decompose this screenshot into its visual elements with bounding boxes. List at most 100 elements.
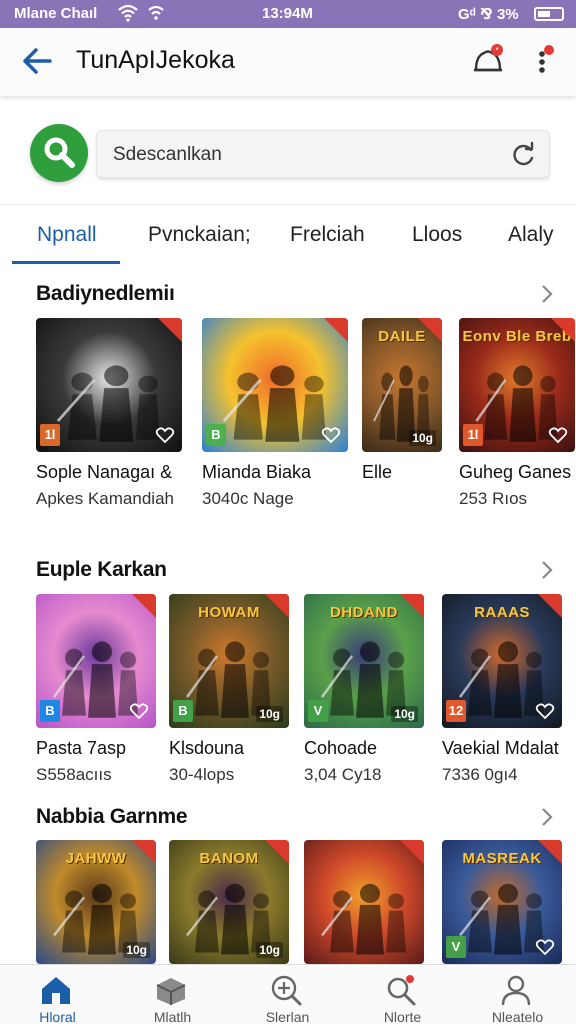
favorite-heart-icon[interactable] bbox=[534, 936, 556, 958]
tab-frelciah[interactable]: Frelciah bbox=[290, 223, 365, 247]
chevron-right-icon[interactable] bbox=[538, 558, 556, 582]
age-rating-badge: 1l bbox=[463, 424, 483, 446]
corner-ribbon bbox=[400, 594, 424, 618]
game-tile[interactable]: B bbox=[36, 594, 156, 728]
corner-ribbon bbox=[400, 840, 424, 864]
app-title: TunApIJekoka bbox=[76, 46, 235, 74]
bottom-nav: Hloral Mlatlh Slerlan Nlorte Nleatelo bbox=[0, 964, 576, 1024]
favorite-heart-icon[interactable] bbox=[547, 424, 569, 446]
game-tile[interactable]: HOWAM B 10g bbox=[169, 594, 289, 728]
corner-ribbon bbox=[265, 840, 289, 864]
game-logo-text: DHDAND bbox=[330, 604, 398, 621]
game-title[interactable]: Cohoade bbox=[304, 738, 377, 759]
nav-label: Mlatlh bbox=[153, 1009, 192, 1024]
nav-item-match[interactable]: Mlatlh bbox=[115, 965, 230, 1024]
game-tile[interactable]: 1l bbox=[36, 318, 182, 452]
search-fab[interactable] bbox=[30, 124, 88, 182]
corner-ribbon bbox=[132, 594, 156, 618]
favorite-heart-icon[interactable] bbox=[320, 424, 342, 446]
search-zoom-icon bbox=[271, 975, 302, 1006]
game-tile[interactable]: Eonv Ble Breb 1l bbox=[459, 318, 575, 452]
game-logo-text: MASREAK bbox=[462, 850, 542, 867]
clock-label: 13:94M bbox=[262, 5, 313, 22]
status-bar: Mlane Chaıl 13:94M Gᵈ ⅋ 3% bbox=[0, 0, 576, 28]
age-rating-badge: B bbox=[206, 424, 226, 446]
nav-label: Nlorte bbox=[383, 1009, 422, 1024]
search-input[interactable] bbox=[113, 139, 493, 171]
favorite-heart-icon[interactable] bbox=[154, 424, 176, 446]
game-tile[interactable]: BANOM 10g bbox=[169, 840, 289, 964]
game-tile[interactable]: B bbox=[202, 318, 348, 452]
favorite-heart-icon[interactable] bbox=[128, 700, 150, 722]
rating-label: 10g bbox=[256, 706, 283, 722]
home-icon bbox=[42, 977, 70, 1004]
game-tile[interactable]: JAHWW 10g bbox=[36, 840, 156, 964]
section-title: Badiynedlemiı bbox=[36, 282, 175, 305]
game-subtitle: 7336 0gı4 bbox=[442, 765, 518, 784]
corner-ribbon bbox=[418, 318, 442, 342]
corner-ribbon bbox=[132, 840, 156, 864]
corner-ribbon bbox=[538, 594, 562, 618]
game-logo-text: RAAAS bbox=[474, 604, 530, 621]
game-logo-text: BANOM bbox=[199, 850, 259, 867]
game-title[interactable]: Mianda Biaka bbox=[202, 462, 311, 483]
game-tile[interactable] bbox=[304, 840, 424, 964]
game-logo-text: HOWAM bbox=[198, 604, 260, 621]
rating-label: 10g bbox=[391, 706, 418, 722]
back-arrow-icon[interactable] bbox=[20, 44, 54, 78]
tab-alaly[interactable]: Alaly bbox=[508, 223, 554, 247]
game-title[interactable]: Sople Nanagaı & bbox=[36, 462, 172, 483]
game-title[interactable]: Elle bbox=[362, 462, 392, 483]
nav-item-home[interactable]: Hloral bbox=[0, 965, 115, 1024]
corner-ribbon bbox=[324, 318, 348, 342]
tab-lloos[interactable]: Lloos bbox=[412, 223, 462, 247]
game-logo-text: JAHWW bbox=[65, 850, 127, 867]
battery-icon bbox=[534, 7, 564, 21]
game-subtitle: 3040c Nage bbox=[202, 489, 294, 508]
game-subtitle: S558acııs bbox=[36, 765, 112, 784]
nav-label: Hloral bbox=[39, 1009, 76, 1024]
carrier-label: Mlane Chaıl bbox=[14, 5, 98, 22]
nav-item-notifications[interactable]: Nlorte bbox=[345, 965, 460, 1024]
section-title: Nabbia Garnme bbox=[36, 805, 188, 828]
section-title: Euple Karkan bbox=[36, 558, 167, 581]
box-icon bbox=[156, 978, 186, 1005]
tab-npnall[interactable]: Npnall bbox=[37, 223, 97, 247]
game-tile[interactable]: MASREAK V bbox=[442, 840, 562, 964]
corner-ribbon bbox=[158, 318, 182, 342]
rating-label: 10g bbox=[409, 430, 436, 446]
refresh-icon[interactable] bbox=[509, 141, 537, 169]
status-indicators: Gᵈ ⅋ 3% bbox=[458, 6, 519, 23]
age-rating-badge: V bbox=[446, 936, 466, 958]
chevron-right-icon[interactable] bbox=[538, 805, 556, 829]
game-tile[interactable]: RAAAS 12 bbox=[442, 594, 562, 728]
tab-pvnckaian[interactable]: Pvnckaian; bbox=[148, 223, 251, 247]
active-tab-indicator bbox=[12, 261, 120, 264]
game-subtitle: 3,04 Cy18 bbox=[304, 765, 382, 784]
rating-label: 10g bbox=[123, 942, 150, 958]
game-subtitle: 30-4lops bbox=[169, 765, 235, 784]
chevron-right-icon[interactable] bbox=[538, 282, 556, 306]
more-options-icon[interactable] bbox=[530, 42, 560, 78]
game-tile[interactable]: DHDAND V 10g bbox=[304, 594, 424, 728]
nav-label: Nleatelo bbox=[491, 1009, 544, 1024]
search-notification-icon bbox=[387, 975, 416, 1006]
corner-ribbon bbox=[551, 318, 575, 342]
favorite-heart-icon[interactable] bbox=[534, 700, 556, 722]
notification-bell-icon[interactable]: * bbox=[470, 42, 506, 78]
wifi-icon bbox=[118, 4, 138, 22]
game-title[interactable]: Vaekial Mdalat bbox=[442, 738, 559, 759]
game-title[interactable]: Klsdouna bbox=[169, 738, 244, 759]
nav-item-profile[interactable]: Nleatelo bbox=[460, 965, 575, 1024]
age-rating-badge: B bbox=[40, 700, 60, 722]
age-rating-badge: 12 bbox=[446, 700, 466, 722]
game-tile[interactable]: DAILE 10g bbox=[362, 318, 442, 452]
game-subtitle: 253 Rıos bbox=[459, 489, 528, 508]
search-icon bbox=[44, 137, 75, 168]
nav-item-search[interactable]: Slerlan bbox=[230, 965, 345, 1024]
game-title[interactable]: Guheg Ganes bbox=[459, 462, 571, 483]
nav-label: Slerlan bbox=[265, 1009, 310, 1024]
game-title[interactable]: Pasta 7asp bbox=[36, 738, 126, 759]
app-bar: TunApIJekoka * bbox=[0, 28, 576, 96]
game-subtitle: Apkes Kamandiah bbox=[36, 489, 174, 508]
